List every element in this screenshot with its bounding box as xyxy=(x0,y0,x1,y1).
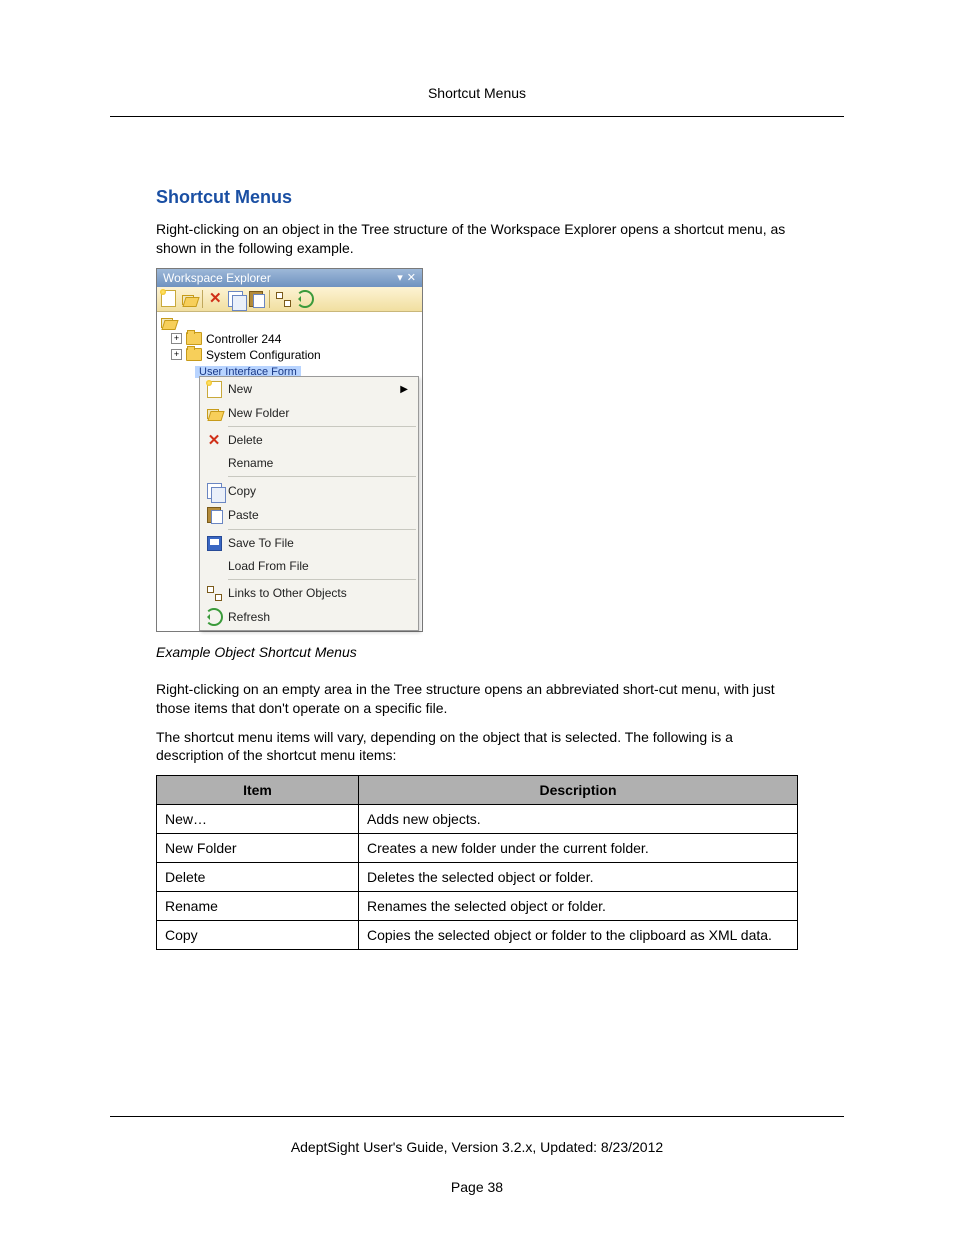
menu-separator xyxy=(228,476,416,477)
menu-item-load-from-file[interactable]: Load From File xyxy=(200,555,418,577)
menu-item-label: Copy xyxy=(228,484,412,498)
folder-icon xyxy=(186,348,202,361)
running-header: Shortcut Menus xyxy=(0,0,954,101)
menu-item-rename[interactable]: Rename xyxy=(200,452,418,474)
cell-desc: Deletes the selected object or folder. xyxy=(359,863,798,892)
tree-label: System Configuration xyxy=(206,348,321,362)
menu-item-label: Refresh xyxy=(228,610,412,624)
page-footer: AdeptSight User's Guide, Version 3.2.x, … xyxy=(0,1116,954,1195)
explorer-titlebar: Workspace Explorer ▾ ✕ xyxy=(157,269,422,287)
menu-item-new-folder[interactable]: New Folder xyxy=(200,402,418,424)
root-open-folder-icon xyxy=(161,316,175,328)
paste-icon[interactable] xyxy=(249,291,263,307)
menu-separator xyxy=(228,579,416,580)
menu-item-label: New Folder xyxy=(228,406,412,420)
explorer-toolbar: ✕ xyxy=(157,287,422,312)
new-icon[interactable] xyxy=(161,290,176,307)
cell-desc: Renames the selected object or folder. xyxy=(359,892,798,921)
expand-icon[interactable]: + xyxy=(171,333,182,344)
links-icon[interactable] xyxy=(276,292,290,306)
new-icon xyxy=(207,381,222,398)
tree-area: + Controller 244 + System Configuration … xyxy=(157,312,422,631)
table-row: New FolderCreates a new folder under the… xyxy=(157,834,798,863)
menu-item-label: Save To File xyxy=(228,536,412,550)
page-number: Page 38 xyxy=(0,1179,954,1195)
cell-item: Delete xyxy=(157,863,359,892)
intro-paragraph: Right-clicking on an object in the Tree … xyxy=(156,220,798,258)
table-row: CopyCopies the selected object or folder… xyxy=(157,921,798,950)
open-folder-icon xyxy=(207,407,221,419)
menu-item-label: Links to Other Objects xyxy=(228,586,412,600)
menu-item-delete[interactable]: ✕ Delete xyxy=(200,429,418,452)
copy-icon[interactable] xyxy=(228,291,243,307)
menu-item-label: New xyxy=(228,382,400,396)
pin-icon[interactable]: ▾ xyxy=(397,271,403,284)
tree-row-controller[interactable]: + Controller 244 xyxy=(171,331,418,347)
save-icon xyxy=(207,536,222,551)
cell-desc: Creates a new folder under the current f… xyxy=(359,834,798,863)
links-icon xyxy=(207,586,221,600)
table-row: New…Adds new objects. xyxy=(157,805,798,834)
cell-desc: Copies the selected object or folder to … xyxy=(359,921,798,950)
folder-icon xyxy=(186,332,202,345)
table-row: RenameRenames the selected object or fol… xyxy=(157,892,798,921)
menu-item-new[interactable]: New▶ xyxy=(200,377,418,402)
col-head-item: Item xyxy=(157,776,359,805)
delete-icon[interactable]: ✕ xyxy=(209,291,222,306)
menu-item-label: Delete xyxy=(228,433,412,447)
cell-item: New Folder xyxy=(157,834,359,863)
cell-desc: Adds new objects. xyxy=(359,805,798,834)
cell-item: New… xyxy=(157,805,359,834)
menu-item-label: Load From File xyxy=(228,559,412,573)
shortcut-items-table: Item Description New…Adds new objects.Ne… xyxy=(156,775,798,950)
delete-icon: ✕ xyxy=(208,433,221,448)
col-head-desc: Description xyxy=(359,776,798,805)
footer-rule xyxy=(110,1116,844,1117)
expand-icon[interactable]: + xyxy=(171,349,182,360)
refresh-icon[interactable] xyxy=(296,290,314,308)
section-heading: Shortcut Menus xyxy=(156,187,798,208)
cell-item: Rename xyxy=(157,892,359,921)
paste-icon xyxy=(207,507,221,523)
menu-separator xyxy=(228,426,416,427)
cell-item: Copy xyxy=(157,921,359,950)
refresh-icon xyxy=(205,608,223,626)
paragraph-items-vary: The shortcut menu items will vary, depen… xyxy=(156,728,798,766)
tree-label: Controller 244 xyxy=(206,332,281,346)
close-icon[interactable]: ✕ xyxy=(407,271,416,284)
menu-item-label: Paste xyxy=(228,508,412,522)
menu-item-copy[interactable]: Copy xyxy=(200,479,418,503)
context-menu: New▶ New Folder ✕ Delete Rename Copy Paste Save… xyxy=(199,376,419,631)
menu-separator xyxy=(228,529,416,530)
menu-item-links-to-other-objects[interactable]: Links to Other Objects xyxy=(200,582,418,604)
menu-item-paste[interactable]: Paste xyxy=(200,503,418,527)
workspace-explorer-screenshot: Workspace Explorer ▾ ✕ ✕ + xyxy=(156,268,423,632)
table-row: DeleteDeletes the selected object or fol… xyxy=(157,863,798,892)
menu-item-save-to-file[interactable]: Save To File xyxy=(200,532,418,555)
paragraph-empty-area: Right-clicking on an empty area in the T… xyxy=(156,680,798,718)
screenshot-caption: Example Object Shortcut Menus xyxy=(156,644,798,660)
submenu-arrow-icon: ▶ xyxy=(400,384,412,395)
copy-icon xyxy=(207,483,222,499)
tree-row-sysconfig[interactable]: + System Configuration xyxy=(171,347,418,363)
menu-item-label: Rename xyxy=(228,456,412,470)
footer-guide-line: AdeptSight User's Guide, Version 3.2.x, … xyxy=(0,1139,954,1155)
menu-item-refresh[interactable]: Refresh xyxy=(200,604,418,630)
header-rule xyxy=(110,116,844,117)
content-area: Shortcut Menus Right-clicking on an obje… xyxy=(156,187,798,950)
open-folder-icon[interactable] xyxy=(182,293,196,305)
explorer-title: Workspace Explorer xyxy=(163,271,271,285)
